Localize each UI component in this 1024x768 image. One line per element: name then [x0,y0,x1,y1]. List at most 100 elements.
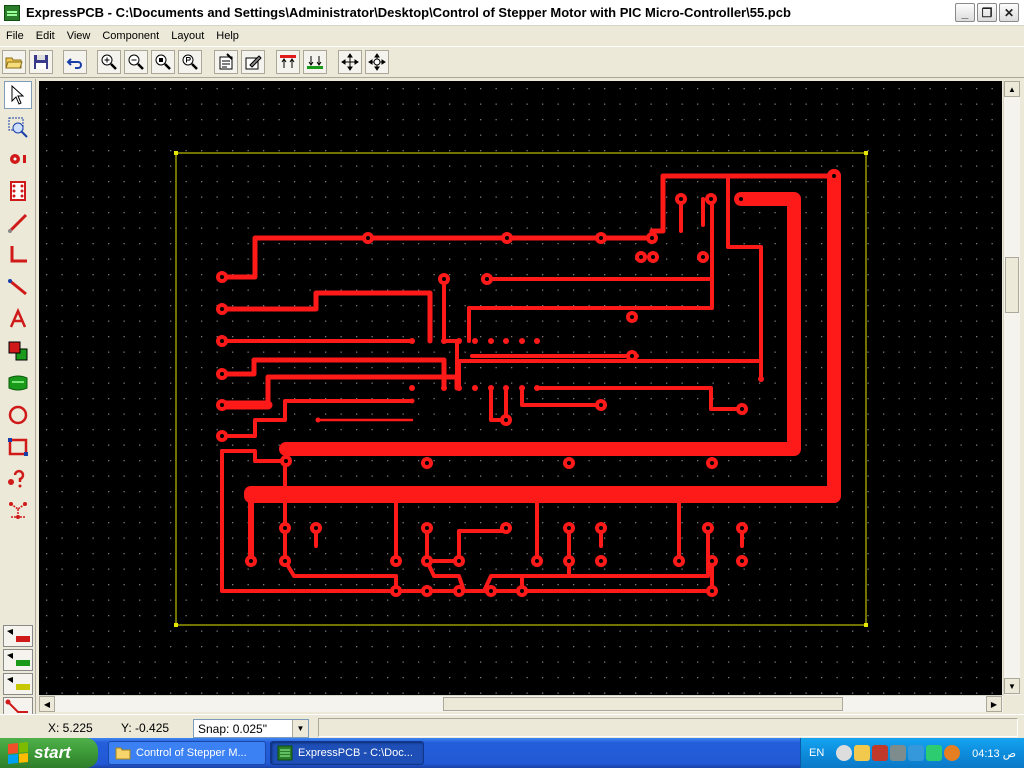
pad [441,385,447,391]
zoom-out-icon [128,54,144,70]
component-tool[interactable] [4,177,32,205]
top-layer-toggle-icon [7,629,30,642]
pad-icon [10,154,26,164]
minimize-button[interactable]: _ [955,3,975,22]
save-button[interactable] [29,50,53,74]
expresspcb-app-icon[interactable] [4,4,20,21]
pad-tool[interactable] [4,145,32,173]
silkscreen-icon [8,375,28,391]
scroll-right-arrow-icon[interactable]: ▶ [986,696,1002,712]
zoom-fit-icon [155,54,171,70]
scroll-left-arrow-icon[interactable]: ◀ [39,696,55,712]
menu-edit[interactable]: Edit [30,30,61,42]
network-icon[interactable] [872,745,889,761]
taskbar-item-label: ExpressPCB - C:\Doc... [298,747,413,759]
circle-tool[interactable] [4,401,32,429]
pad [503,385,509,391]
security-shield-icon[interactable] [854,745,871,761]
menu-file[interactable]: File [0,30,30,42]
pad [409,398,415,404]
menu-component[interactable]: Component [96,30,165,42]
zoom-actual-button[interactable] [178,50,202,74]
taskbar-item-folder[interactable]: Control of Stepper M... [108,741,266,765]
netlist-tool[interactable] [4,497,32,525]
query-tool[interactable] [4,465,32,493]
top-layer-button[interactable] [276,50,300,74]
title-bar: ExpressPCB - C:\Documents and Settings\A… [0,0,1024,26]
trace-icon [8,213,28,233]
back-arrow-icon[interactable] [836,745,853,761]
tray-app-icon[interactable] [926,745,943,761]
start-label: start [34,743,71,762]
zoom-in-button[interactable] [97,50,121,74]
top-layer-icon [280,55,296,68]
folder-icon [115,747,131,760]
properties-button[interactable] [214,50,238,74]
tool-palette [0,79,36,719]
speaker-icon[interactable] [890,745,907,761]
zoom-out-button[interactable] [124,50,148,74]
text-tool[interactable] [4,305,32,333]
edit-button[interactable] [241,50,265,74]
outline-corner[interactable] [174,623,178,627]
outline-corner[interactable] [864,623,868,627]
language-indicator[interactable]: EN [809,747,824,759]
scroll-down-arrow-icon[interactable]: ▼ [1004,678,1020,694]
close-button[interactable]: ✕ [999,3,1019,22]
start-button[interactable]: start [0,738,98,768]
undo-icon [66,58,82,69]
pcb-canvas[interactable] [39,81,1002,695]
pad [519,385,525,391]
vertical-scrollbar[interactable]: ▲ ▼ [1003,81,1020,695]
save-icon [34,55,48,69]
outline-corner[interactable] [864,151,868,155]
pointer-tool[interactable] [4,81,32,109]
menu-view[interactable]: View [61,30,97,42]
clock[interactable]: 04:13 ص [972,747,1016,760]
menu-help[interactable]: Help [210,30,245,42]
rectangle-tool[interactable] [4,433,32,461]
diagonal-trace-tool[interactable] [4,273,32,301]
pad [456,385,462,391]
horizontal-scrollbar[interactable]: ◀ ▶ [39,695,1003,712]
top-layer-toggle[interactable] [3,625,33,647]
corner-trace-tool[interactable] [4,241,32,269]
filled-plane-tool[interactable] [4,337,32,365]
outline-corner[interactable] [174,151,178,155]
taskbar-item-expresspcb[interactable]: ExpressPCB - C:\Doc... [270,741,424,765]
menu-layout[interactable]: Layout [165,30,210,42]
taskbar: start Control of Stepper M... ExpressPCB… [0,738,1024,768]
diagonal-trace-icon [8,279,27,296]
undo-button[interactable] [63,50,87,74]
x-coordinate: X: 5.225 [48,721,93,735]
bottom-layer-button[interactable] [303,50,327,74]
open-button[interactable] [2,50,26,74]
pad [534,385,540,391]
horizontal-scroll-thumb[interactable] [443,697,843,711]
taskbar-item-label: Control of Stepper M... [136,747,247,759]
maximize-button[interactable]: ❐ [977,3,997,22]
bottom-layer-toggle[interactable] [3,649,33,671]
silk-layer-toggle[interactable] [3,673,33,695]
zoom-actual-icon [182,54,198,70]
snap-select[interactable]: Snap: 0.025" ▼ [193,719,309,738]
move-icon [341,53,359,71]
silkscreen-tool[interactable] [4,369,32,397]
properties-icon [219,53,233,70]
tray-update-icon[interactable] [944,745,961,761]
windows-logo-icon [8,741,28,765]
pad [534,338,540,344]
chevron-down-icon[interactable]: ▼ [292,720,308,737]
zoom-fit-button[interactable] [151,50,175,74]
pad [409,385,415,391]
bluetooth-icon[interactable] [908,745,925,761]
window-title: ExpressPCB - C:\Documents and Settings\A… [26,5,791,20]
pad [519,338,525,344]
trace-tool[interactable] [4,209,32,237]
rotate-button[interactable] [365,50,389,74]
toolbar [0,46,1024,78]
scroll-up-arrow-icon[interactable]: ▲ [1004,81,1020,97]
vertical-scroll-thumb[interactable] [1005,257,1019,313]
zoom-select-tool[interactable] [4,113,32,141]
move-button[interactable] [338,50,362,74]
